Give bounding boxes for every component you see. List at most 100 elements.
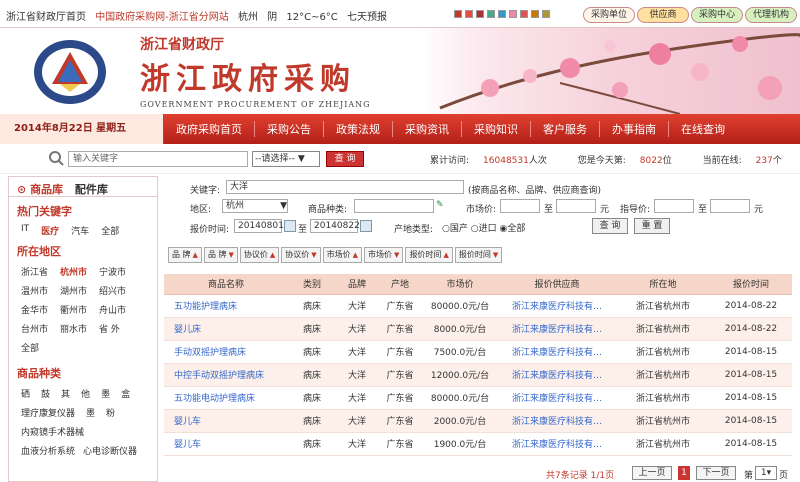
nav-guide[interactable]: 办事指南 [600, 121, 669, 137]
table-row[interactable]: 婴儿车 病床 大洋 广东省 1900.0元/台 浙江来康医疗科技有… 浙江省杭州市 2014-… [164, 432, 792, 456]
tab-purchaser[interactable]: 采购单位 [583, 7, 635, 23]
table-row[interactable]: 手动双摇护理病床 病床 大洋 广东省 7500.0元/台 浙江来康医疗科技有… 浙江省杭州市… [164, 340, 792, 364]
sort-brand-asc[interactable]: 品 牌 ▲ [168, 247, 202, 263]
nav-customer-service[interactable]: 客户服务 [531, 121, 600, 137]
region-item[interactable]: 杭州市 [60, 264, 87, 283]
guide-price-max[interactable] [710, 199, 750, 213]
region-item[interactable]: 浙江省 [21, 264, 48, 283]
category-field[interactable] [354, 199, 434, 213]
category-item[interactable]: 内窥镜手术器械 [21, 428, 84, 438]
radio-domestic[interactable]: ○ [442, 224, 450, 234]
region-item[interactable]: 宁波市 [99, 264, 126, 283]
category-item[interactable]: 血液分析系统 [21, 443, 75, 462]
supplier-cell[interactable]: 浙江来康医疗科技有… [498, 294, 616, 318]
hot-keyword[interactable]: 汽车 [71, 224, 89, 237]
product-name-cell[interactable]: 五功能电动护理病床 [164, 386, 288, 410]
category-item[interactable]: 墨 [101, 386, 110, 405]
prev-page-button[interactable]: 上一页 [632, 466, 672, 480]
market-price-max[interactable] [556, 199, 596, 213]
nav-news[interactable]: 采购资讯 [393, 121, 462, 137]
color-square[interactable] [487, 10, 495, 18]
market-price-min[interactable] [500, 199, 540, 213]
supplier-cell[interactable]: 浙江来康医疗科技有… [498, 317, 616, 341]
next-page-button[interactable]: 下一页 [696, 466, 736, 480]
search-button[interactable]: 查 询 [326, 151, 364, 167]
table-row[interactable]: 五功能电动护理病床 病床 大洋 广东省 80000.0元/台 浙江来康医疗科技有… 浙江省杭… [164, 386, 792, 410]
color-square[interactable] [542, 10, 550, 18]
product-name-cell[interactable]: 婴儿车 [164, 409, 288, 433]
keyword-search-input[interactable]: 输入关键字 [68, 151, 248, 167]
tab-procurement-center[interactable]: 采购中心 [691, 7, 743, 23]
calendar-icon[interactable] [360, 220, 372, 232]
region-select[interactable]: 杭州 ▼ [222, 199, 288, 213]
supplier-cell[interactable]: 浙江来康医疗科技有… [498, 363, 616, 387]
goto-page-select[interactable]: 1▾ [755, 466, 777, 480]
hot-keyword[interactable]: 医疗 [41, 224, 59, 237]
ccgp-zhejiang-link[interactable]: 中国政府采购网-浙江省分网站 [95, 12, 229, 23]
supplier-cell[interactable]: 浙江来康医疗科技有… [498, 432, 616, 456]
edit-icon[interactable]: ✎ [436, 200, 444, 210]
region-item[interactable]: 衢州市 [60, 302, 87, 321]
tab-product-library[interactable]: 商品库 [30, 183, 63, 196]
region-item[interactable]: 台州市 [21, 321, 48, 340]
region-item[interactable]: 全部 [21, 344, 39, 354]
sort-time-desc[interactable]: 报价时间 ▼ [454, 247, 503, 263]
nav-home[interactable]: 政府采购首页 [164, 121, 255, 137]
nav-announcements[interactable]: 采购公告 [255, 121, 324, 137]
product-name-cell[interactable]: 婴儿床 [164, 317, 288, 341]
table-row[interactable]: 婴儿床 病床 大洋 广东省 8000.0元/台 浙江来康医疗科技有… 浙江省杭州市 2014-… [164, 317, 792, 341]
sort-market-asc[interactable]: 市场价 ▲ [322, 247, 363, 263]
sort-agreement-asc[interactable]: 协议价 ▲ [239, 247, 280, 263]
category-item[interactable]: 鼓 [41, 386, 50, 405]
sort-brand-desc[interactable]: 品 牌 ▼ [203, 247, 238, 263]
category-item[interactable]: 心电诊断仪器 [83, 443, 137, 462]
region-item[interactable]: 金华市 [21, 302, 48, 321]
category-item[interactable]: 理疗康复仪器 [21, 405, 75, 424]
category-item[interactable]: 粉 [106, 405, 115, 424]
category-item[interactable]: 墨 [86, 405, 95, 424]
query-button[interactable]: 查 询 [592, 218, 628, 234]
nav-knowledge[interactable]: 采购知识 [462, 121, 531, 137]
category-item[interactable]: 他 [81, 386, 90, 405]
nav-policy[interactable]: 政策法规 [324, 121, 393, 137]
hot-keyword[interactable]: IT [21, 224, 29, 237]
calendar-icon[interactable] [284, 220, 296, 232]
date-from-field[interactable]: 20140801 [234, 219, 284, 233]
product-name-cell[interactable]: 婴儿车 [164, 432, 288, 456]
sort-agreement-desc[interactable]: 协议价 ▼ [281, 247, 321, 263]
category-item[interactable]: 硒 [21, 386, 30, 405]
category-item[interactable]: 其 [61, 386, 70, 405]
color-square[interactable] [465, 10, 473, 18]
keyword-field[interactable]: 大洋 [226, 180, 464, 194]
product-name-cell[interactable]: 中控手动双摇护理病床 [164, 363, 288, 387]
color-square[interactable] [454, 10, 462, 18]
finance-dept-link[interactable]: 浙江省财政厅首页 [6, 12, 86, 23]
region-item[interactable]: 丽水市 [60, 321, 87, 340]
category-item[interactable]: 盒 [121, 386, 130, 405]
color-square[interactable] [520, 10, 528, 18]
nav-online-query[interactable]: 在线查询 [669, 121, 737, 137]
hot-keyword[interactable]: 全部 [101, 224, 119, 237]
color-square[interactable] [509, 10, 517, 18]
table-row[interactable]: 中控手动双摇护理病床 病床 大洋 广东省 12000.0元/台 浙江来康医疗科技有… 浙江省… [164, 363, 792, 387]
tab-supplier[interactable]: 供应商 [637, 7, 689, 23]
product-name-cell[interactable]: 五功能护理病床 [164, 294, 288, 318]
region-item[interactable]: 湖州市 [60, 283, 87, 302]
sort-time-asc[interactable]: 报价时间 ▲ [405, 247, 453, 263]
guide-price-min[interactable] [654, 199, 694, 213]
color-square[interactable] [531, 10, 539, 18]
sort-market-desc[interactable]: 市场价 ▼ [364, 247, 404, 263]
region-item[interactable]: 温州市 [21, 283, 48, 302]
search-category-select[interactable]: --请选择-- ▼ [252, 151, 320, 167]
tab-agency[interactable]: 代理机构 [745, 7, 797, 23]
radio-import[interactable]: ○ [471, 224, 479, 234]
tab-parts-library[interactable]: 配件库 [75, 183, 108, 196]
region-item[interactable]: 省 外 [99, 321, 120, 340]
color-square[interactable] [476, 10, 484, 18]
supplier-cell[interactable]: 浙江来康医疗科技有… [498, 386, 616, 410]
region-item[interactable]: 舟山市 [99, 302, 126, 321]
supplier-cell[interactable]: 浙江来康医疗科技有… [498, 409, 616, 433]
color-square[interactable] [498, 10, 506, 18]
supplier-cell[interactable]: 浙江来康医疗科技有… [498, 340, 616, 364]
product-name-cell[interactable]: 手动双摇护理病床 [164, 340, 288, 364]
